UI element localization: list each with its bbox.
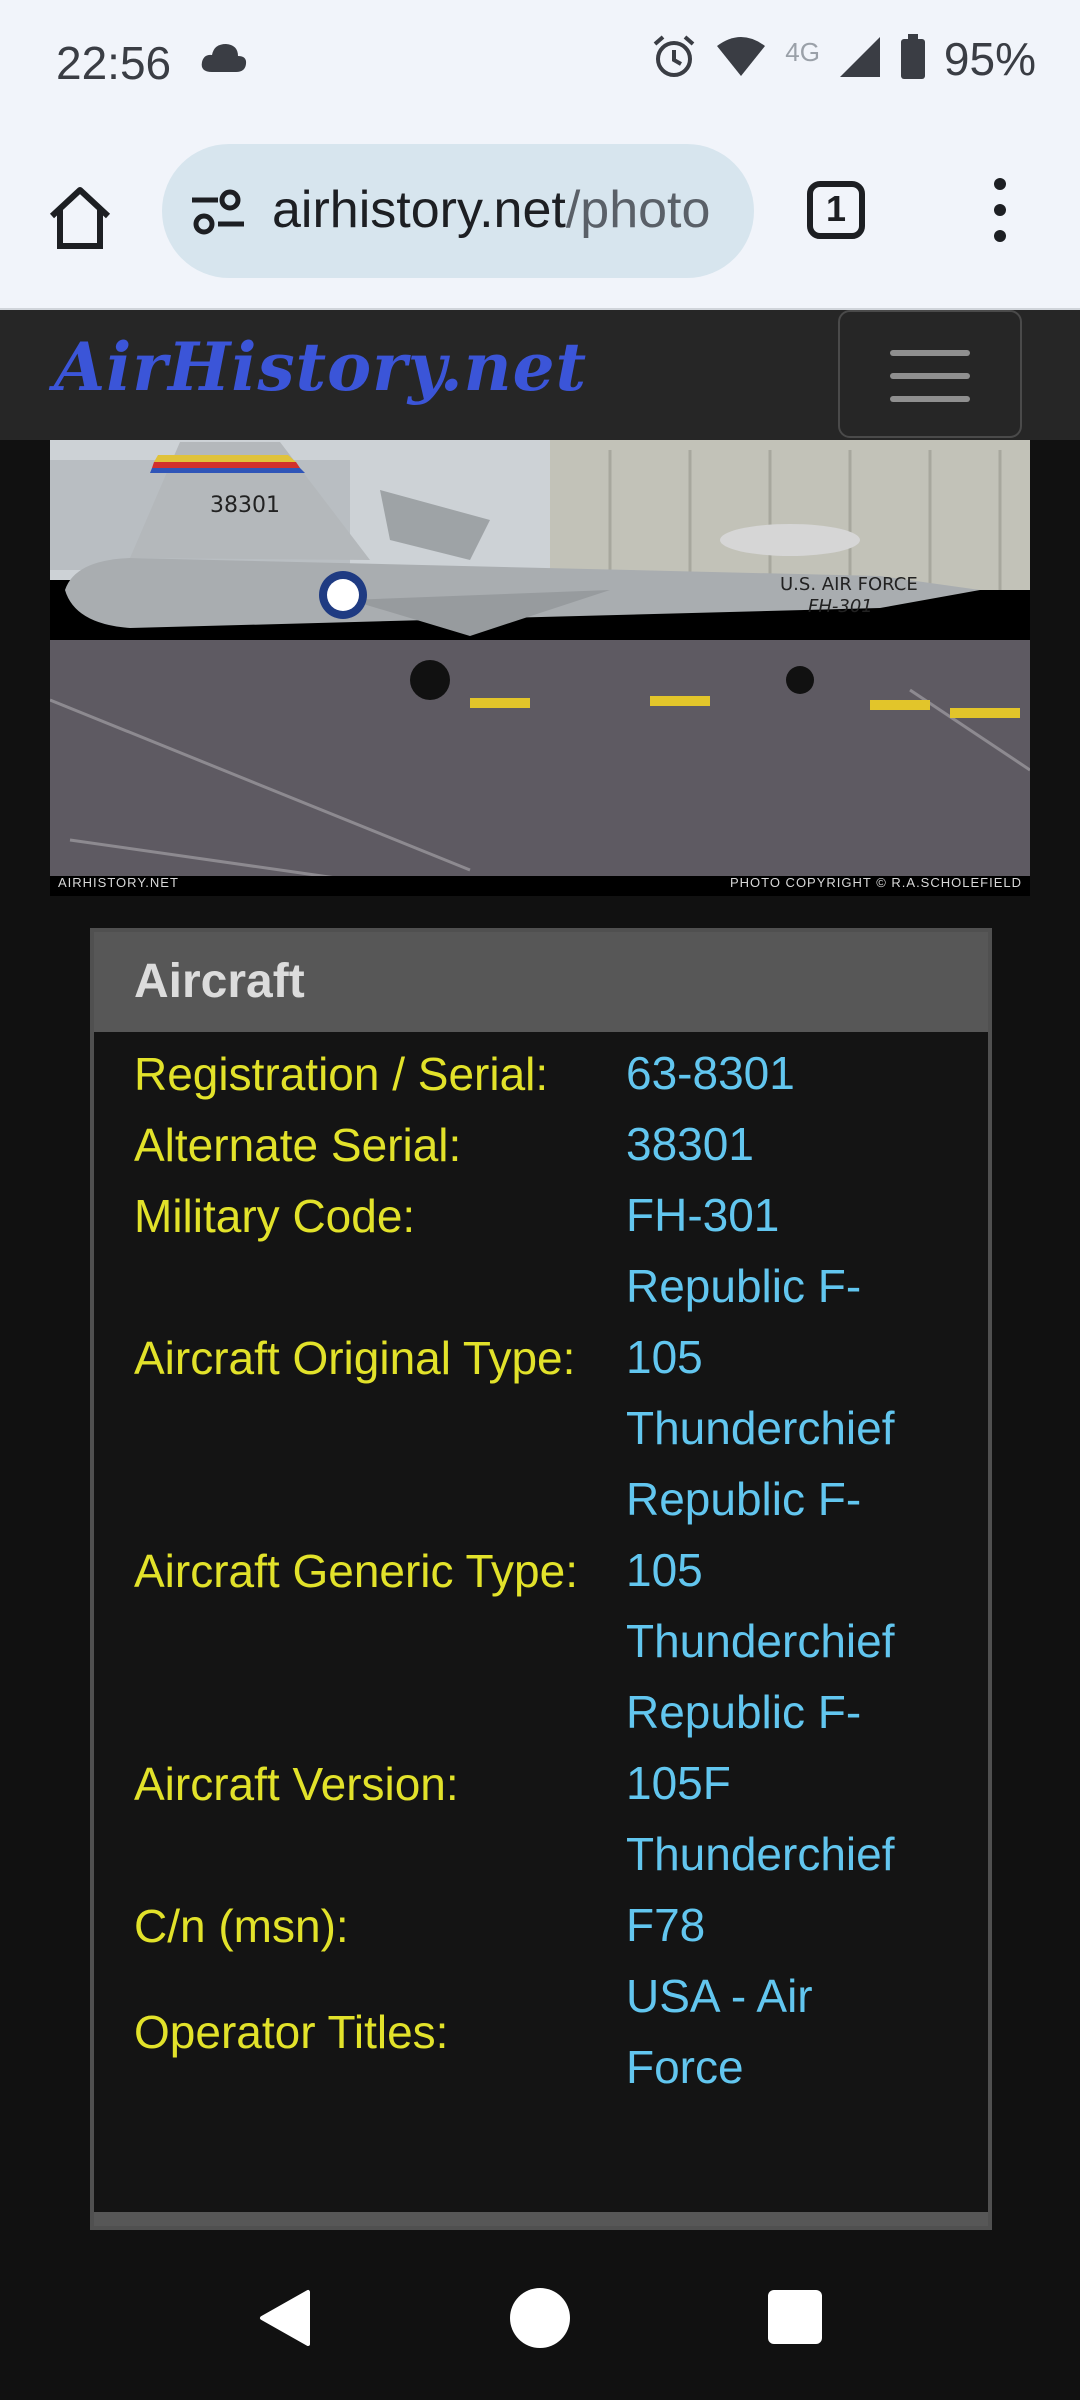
- tab-count: 1: [825, 188, 847, 229]
- photo-site-caption: AIRHISTORY.NET: [58, 875, 179, 890]
- detail-row: Operator Titles: USA - Air Force: [94, 1961, 988, 2103]
- nav-menu-button[interactable]: [838, 310, 1022, 438]
- system-nav-bar: [0, 2232, 1080, 2400]
- network-type: 4G: [785, 36, 820, 67]
- row-label: C/n (msn):: [134, 1899, 349, 1952]
- recents-icon[interactable]: [768, 2290, 822, 2344]
- address-bar[interactable]: airhistory.net/photo: [162, 144, 754, 278]
- detail-row: C/n (msn): F78: [94, 1890, 988, 1961]
- nose-text-2: FH-301: [808, 596, 873, 617]
- row-value[interactable]: FH-301: [626, 1180, 926, 1251]
- details-list: Registration / Serial: 63-8301 Alternate…: [94, 1032, 988, 2103]
- row-label: Military Code:: [134, 1189, 416, 1242]
- battery-icon: [900, 33, 926, 85]
- home-icon[interactable]: [44, 182, 116, 254]
- detail-row: Aircraft Generic Type: Republic F-105 Th…: [94, 1464, 988, 1677]
- tab-switcher-button[interactable]: 1: [806, 180, 866, 240]
- row-value[interactable]: USA - Air Force: [626, 1961, 926, 2103]
- row-value[interactable]: Republic F-105 Thunderchief: [626, 1251, 926, 1464]
- row-value[interactable]: Republic F-105F Thunderchief: [626, 1677, 926, 1890]
- back-icon[interactable]: [256, 2288, 312, 2353]
- detail-row: Aircraft Original Type: Republic F-105 T…: [94, 1251, 988, 1464]
- row-value[interactable]: 63-8301: [626, 1038, 926, 1109]
- tail-number-text: 38301: [210, 493, 280, 518]
- detail-row: Registration / Serial: 63-8301: [94, 1038, 988, 1109]
- row-label: Operator Titles:: [134, 2006, 449, 2058]
- status-time: 22:56: [56, 37, 172, 89]
- detail-row: Alternate Serial: 38301: [94, 1109, 988, 1180]
- wifi-icon: [715, 36, 767, 83]
- row-value[interactable]: 38301: [626, 1109, 926, 1180]
- row-label: Aircraft Generic Type:: [134, 1544, 578, 1597]
- cloud-icon: [200, 40, 248, 79]
- url-path: /photo: [565, 181, 711, 239]
- row-label: Registration / Serial:: [134, 1047, 549, 1100]
- row-value[interactable]: F78: [626, 1890, 926, 1961]
- panel-title: Aircraft: [94, 932, 988, 1032]
- detail-row: Aircraft Version: Republic F-105F Thunde…: [94, 1677, 988, 1890]
- aircraft-photo-illustration: 38301 U.S. AIR FORCE FH-301: [50, 440, 1030, 896]
- site-header: AirHistory.net: [0, 310, 1080, 440]
- alarm-icon: [651, 34, 697, 85]
- home-circle-icon[interactable]: [510, 2288, 570, 2348]
- row-label: Aircraft Version:: [134, 1757, 459, 1810]
- battery-percent: 95%: [943, 33, 1036, 85]
- url-domain: airhistory.net: [272, 181, 566, 239]
- site-settings-icon[interactable]: [190, 188, 246, 241]
- browser-toolbar: airhistory.net/photo 1: [0, 128, 1080, 310]
- more-options-icon[interactable]: [980, 174, 1020, 246]
- aircraft-photo: 38301 U.S. AIR FORCE FH-301 AIRHISTORY.N…: [50, 440, 1030, 896]
- site-logo[interactable]: AirHistory.net: [54, 328, 587, 406]
- nose-text-1: U.S. AIR FORCE: [780, 574, 918, 595]
- status-bar: 22:56 4G 95%: [0, 0, 1080, 128]
- panel-footer: [94, 2212, 988, 2226]
- detail-row: Military Code: FH-301: [94, 1180, 988, 1251]
- aircraft-details-panel: Aircraft Registration / Serial: 63-8301 …: [90, 928, 992, 2230]
- url-text[interactable]: airhistory.net/photo: [272, 180, 732, 240]
- row-label: Alternate Serial:: [134, 1118, 462, 1171]
- photo-copyright: PHOTO COPYRIGHT © R.A.SCHOLEFIELD: [729, 875, 1022, 890]
- row-value[interactable]: Republic F-105 Thunderchief: [626, 1464, 926, 1677]
- signal-icon: [838, 35, 882, 84]
- row-label: Aircraft Original Type:: [134, 1331, 576, 1384]
